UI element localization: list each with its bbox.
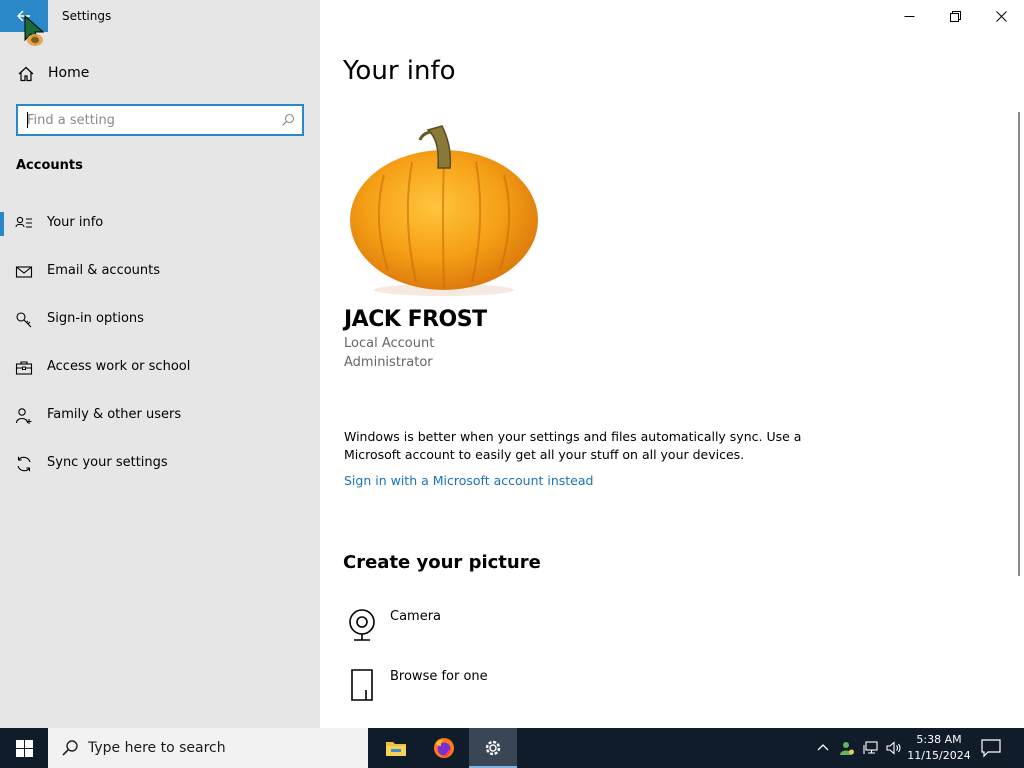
search-icon	[62, 740, 78, 756]
minimize-button[interactable]	[886, 0, 932, 32]
sidebar: Settings Home Accounts Your info Email &…	[0, 0, 320, 728]
camera-icon	[349, 609, 375, 641]
account-role-label: Administrator	[344, 355, 433, 370]
browse-label: Browse for one	[390, 669, 488, 684]
sidebar-item-sync-settings[interactable]: Sync your settings	[0, 444, 320, 484]
settings-taskbar-button[interactable]	[469, 728, 517, 768]
file-explorer-icon	[386, 742, 406, 756]
close-icon	[995, 10, 1007, 22]
notification-center-icon[interactable]	[980, 738, 1002, 758]
sidebar-item-label: Email & accounts	[47, 263, 161, 278]
camera-label: Camera	[390, 609, 442, 624]
active-indicator	[0, 212, 4, 236]
sign-in-microsoft-link[interactable]: Sign in with a Microsoft account instead	[344, 473, 593, 488]
person-list-icon	[15, 216, 32, 228]
search-icon[interactable]	[281, 113, 295, 127]
firefox-icon	[434, 738, 454, 758]
sync-message: Windows is better when your settings and…	[344, 429, 802, 462]
sidebar-item-access-work-school[interactable]: Access work or school	[0, 348, 320, 388]
sidebar-item-email-accounts[interactable]: Email & accounts	[0, 252, 320, 292]
home-icon	[18, 66, 34, 82]
file-explorer-taskbar-button[interactable]	[372, 728, 420, 768]
volume-icon[interactable]	[886, 740, 902, 756]
sidebar-item-label: Sign-in options	[47, 311, 144, 326]
sidebar-item-label: Family & other users	[47, 407, 182, 422]
sidebar-item-family-users[interactable]: Family & other users	[0, 396, 320, 436]
clock-date: 11/15/2024	[907, 749, 971, 762]
windows-logo-icon	[15, 739, 33, 757]
home-label: Home	[48, 65, 90, 81]
settings-gear-icon	[485, 740, 501, 756]
start-button[interactable]	[0, 728, 48, 768]
system-clock[interactable]: 5:38 AM 11/15/2024	[906, 732, 972, 764]
mail-icon	[15, 266, 33, 278]
close-button[interactable]	[978, 0, 1024, 32]
sidebar-item-label: Sync your settings	[47, 455, 168, 470]
user-tray-icon[interactable]	[839, 740, 855, 756]
create-picture-heading: Create your picture	[343, 552, 541, 573]
home-nav-item[interactable]: Home	[0, 56, 320, 92]
window-controls	[886, 0, 1024, 32]
user-display-name: JACK FROST	[344, 307, 487, 332]
camera-option[interactable]: Camera	[344, 608, 644, 652]
app-title: Settings	[62, 9, 112, 23]
page-title: Your info	[343, 56, 456, 86]
user-avatar-image	[350, 125, 538, 296]
taskbar-search-box[interactable]: Type here to search	[48, 728, 368, 768]
sidebar-item-label: Your info	[47, 215, 104, 230]
key-icon	[16, 312, 32, 328]
browse-option[interactable]: Browse for one	[344, 668, 644, 712]
taskbar-search-placeholder: Type here to search	[88, 740, 226, 756]
text-caret	[27, 112, 28, 128]
sync-icon	[17, 456, 31, 472]
restore-button[interactable]	[932, 0, 978, 32]
busy-cursor-icon	[24, 14, 45, 46]
find-setting-input[interactable]	[27, 111, 277, 129]
firefox-taskbar-button[interactable]	[420, 728, 468, 768]
sidebar-item-sign-in-options[interactable]: Sign-in options	[0, 300, 320, 340]
vertical-scrollbar[interactable]	[1018, 112, 1020, 576]
taskbar: Type here to search 5:38 AM 11/15/2024	[0, 728, 1024, 768]
find-setting-search-box[interactable]	[16, 104, 304, 136]
sidebar-item-your-info[interactable]: Your info	[0, 204, 320, 244]
clock-time: 5:38 AM	[916, 733, 962, 746]
chevron-up-icon[interactable]	[815, 740, 831, 756]
browse-file-icon	[351, 669, 373, 701]
account-type-label: Local Account	[344, 336, 435, 351]
restore-icon	[949, 10, 961, 22]
sidebar-item-label: Access work or school	[47, 359, 191, 374]
accounts-section-title: Accounts	[16, 158, 83, 173]
briefcase-icon	[15, 361, 33, 375]
network-icon[interactable]	[863, 740, 879, 756]
person-add-icon	[15, 408, 32, 424]
minimize-icon	[904, 15, 914, 17]
